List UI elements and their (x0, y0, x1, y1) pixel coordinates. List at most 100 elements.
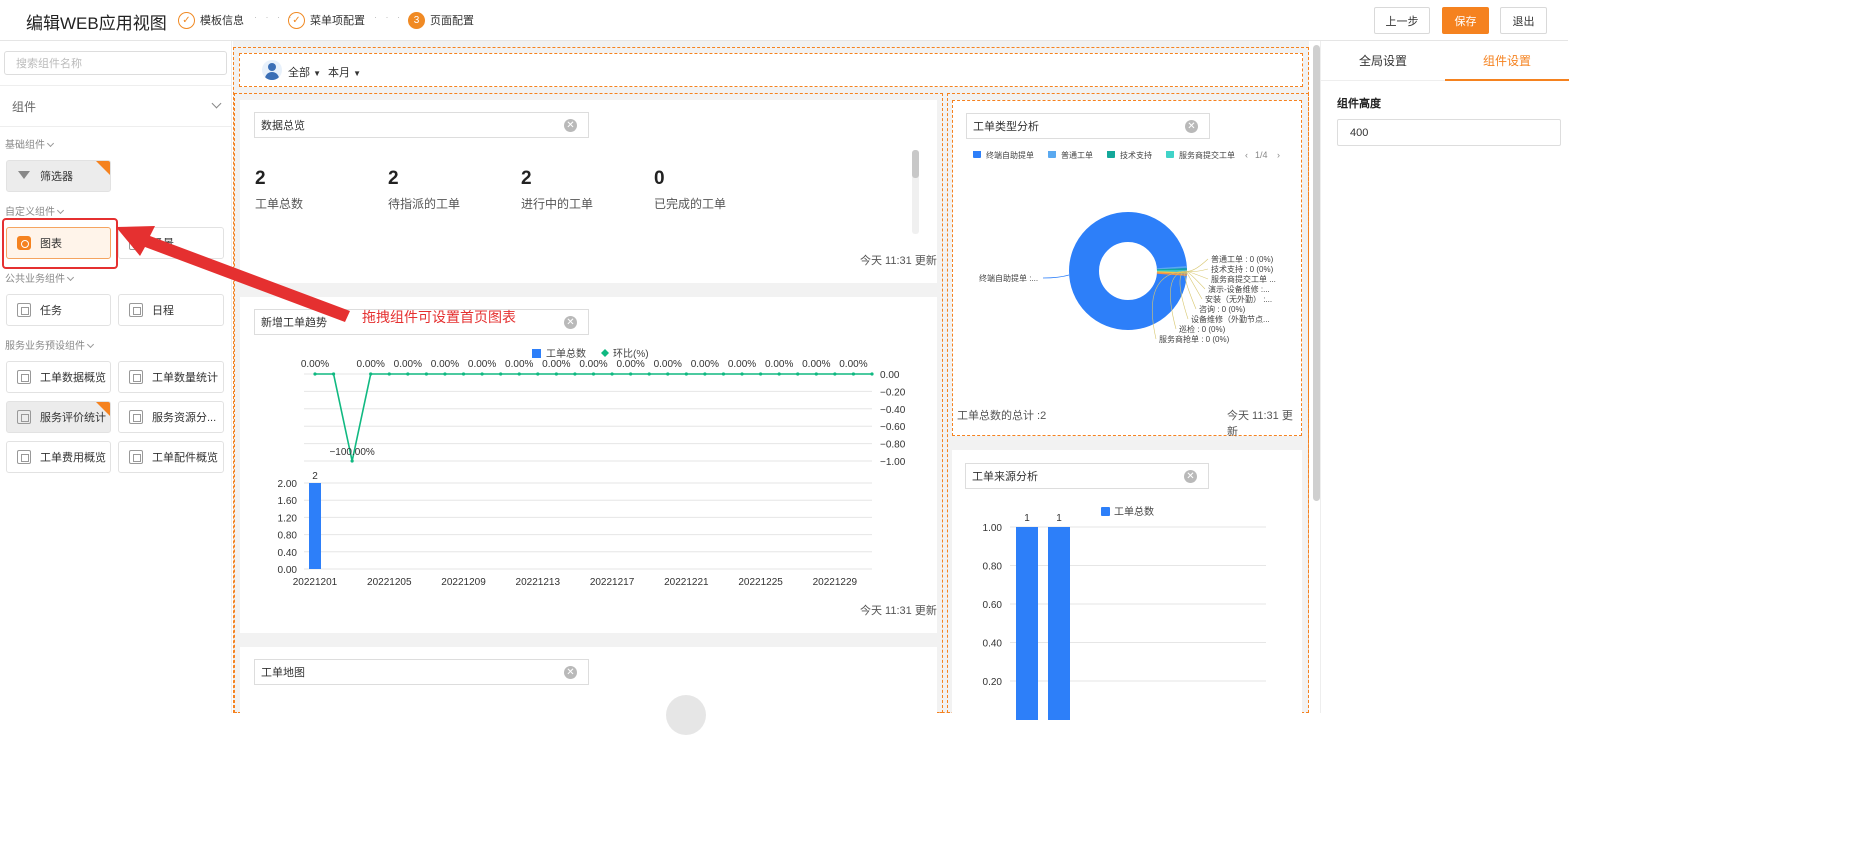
component-ticket-cost[interactable]: 工单费用概览 (6, 441, 111, 473)
tab-global-settings[interactable]: 全局设置 (1321, 41, 1445, 81)
widget-icon (17, 410, 31, 424)
legend-label: 普通工单 (1061, 151, 1093, 160)
component-service-rating[interactable]: 服务评价统计 (6, 401, 111, 433)
overview-card[interactable]: 数据总览 ✕ 2 工单总数 2 待指派的工单 2 进行中的工单 0 已完成的工单 今天 1… (240, 100, 937, 283)
slice-label: 终端自助提单 :... (979, 273, 1038, 283)
legend-swatch (601, 349, 609, 357)
widget-icon (17, 370, 31, 384)
slice-label: 设备维修（外勤节点... (1191, 314, 1270, 324)
filter-icon (17, 169, 31, 183)
x-tick-label: 20221225 (738, 577, 783, 588)
y-tick-label-right: −0.40 (880, 405, 906, 416)
y-tick-label-right: −0.20 (880, 387, 906, 398)
line-point (814, 372, 818, 376)
layout-canvas: 全部 ▼ 本月 ▼ 数据总览 ✕ 2 工单总数 2 待指派的工单 2 进行中的工单 0已… (233, 41, 1320, 735)
card-title-input[interactable]: 工单来源分析 ✕ (965, 463, 1209, 489)
bar (309, 483, 321, 569)
line-point (833, 372, 837, 376)
source-analysis-card[interactable]: 工单来源分析 ✕ 工单总数 1.00 0.80 0.60 0.40 0.20 1 1 (952, 450, 1302, 720)
data-label: 1 (1056, 513, 1062, 524)
line-point (647, 372, 651, 376)
data-label: 0.00% (542, 359, 570, 370)
data-label: 2 (312, 471, 318, 482)
height-input[interactable]: 400 (1337, 119, 1561, 146)
component-ticket-overview[interactable]: 工单数据概览 (6, 361, 111, 393)
legend-swatch (1107, 151, 1115, 158)
component-service-resource[interactable]: 服务资源分... (118, 401, 224, 433)
legend-swatch (1166, 151, 1174, 158)
step-template-info[interactable]: ✓ 模板信息 (178, 11, 244, 29)
line-point (461, 372, 466, 376)
scrollbar[interactable] (912, 150, 919, 234)
type-analysis-card[interactable]: 工单类型分析 ✕ 终端自助提单 普通工单 技术支持 服务商提交工单 ‹ 1/4 › 终端自助提单… (952, 100, 1302, 438)
data-label: 0.00% (839, 359, 867, 370)
y-tick-label-right: −1.00 (880, 457, 906, 468)
map-card[interactable]: 工单地图 ✕ (240, 647, 937, 735)
component-schedule[interactable]: 日程 (118, 294, 224, 326)
y-tick-label: 0.40 (983, 639, 1003, 650)
component-sidebar: 搜索组件名称 组件 基础组件 筛选器 自定义组件 图表 场景 公共业务组件 任务… (0, 41, 232, 713)
x-tick-label: 20221217 (590, 577, 635, 588)
widget-icon (129, 370, 143, 384)
exit-button[interactable]: 退出 (1500, 7, 1547, 34)
component-ticket-parts[interactable]: 工单配件概览 (118, 441, 224, 473)
line-point (424, 372, 428, 376)
line-point (536, 372, 540, 376)
stat-in-progress: 2 进行中的工单 (521, 168, 594, 211)
line-point (554, 372, 558, 376)
card-title-input[interactable]: 数据总览 ✕ (254, 112, 589, 138)
schedule-icon (129, 303, 143, 317)
group-title-basic[interactable]: 基础组件 (5, 136, 55, 151)
component-ticket-count[interactable]: 工单数量统计 (118, 361, 224, 393)
scope-dropdown[interactable]: 全部 ▼ (288, 64, 321, 80)
updated-time: 今天 11:31 更新 (1227, 410, 1293, 438)
component-task[interactable]: 任务 (6, 294, 111, 326)
select-value: 组件 (12, 99, 37, 114)
clear-icon[interactable]: ✕ (1185, 120, 1198, 133)
slice-label: 技术支持 : 0 (0%) (1211, 264, 1274, 274)
line-point (721, 372, 726, 376)
bar (1048, 527, 1070, 720)
component-category-select[interactable]: 组件 (0, 85, 232, 127)
save-button[interactable]: 保存 (1442, 7, 1489, 34)
leader-line (1042, 274, 1070, 279)
card-title-input[interactable]: 新增工单趋势 ✕ (254, 309, 589, 335)
clear-icon[interactable]: ✕ (564, 316, 577, 329)
line-point (350, 459, 354, 463)
caret-down-icon: ▼ (353, 69, 361, 78)
step-page-config[interactable]: 3 页面配置 (408, 11, 474, 29)
period-dropdown[interactable]: 本月 ▼ (328, 64, 361, 80)
step-menu-config[interactable]: ✓ 菜单项配置 (288, 11, 365, 29)
clear-icon[interactable]: ✕ (564, 666, 577, 679)
y-tick-label-left: 1.20 (278, 513, 298, 524)
line-point (684, 372, 688, 376)
group-title-service[interactable]: 服务业务预设组件 (5, 337, 95, 352)
card-title-input[interactable]: 工单类型分析 ✕ (966, 113, 1210, 139)
search-input[interactable]: 搜索组件名称 (4, 51, 227, 75)
data-label: 0.00% (654, 359, 682, 370)
stat-completed: 0 已完成的工单 (654, 168, 727, 211)
avatar[interactable] (262, 60, 282, 80)
data-label: 0.00% (468, 359, 496, 370)
step-label: 菜单项配置 (310, 15, 365, 27)
chevron-down-icon (66, 273, 75, 282)
legend-label: 终端自助提单 (986, 151, 1034, 160)
clear-icon[interactable]: ✕ (564, 119, 577, 132)
widget-icon (17, 450, 31, 464)
scene-icon (129, 236, 143, 250)
slice-label: 普通工单 : 0 (0%) (1211, 254, 1274, 264)
x-tick-label: 20221201 (293, 577, 338, 588)
tab-component-settings[interactable]: 组件设置 (1445, 41, 1569, 81)
group-title-custom[interactable]: 自定义组件 (5, 203, 65, 218)
trend-card[interactable]: 新增工单趋势 ✕ 工单总数 环比(%) 0.00 −0.20 −0.40 −0.60 −0.8… (240, 297, 937, 633)
widget-icon (129, 410, 143, 424)
prev-button[interactable]: 上一步 (1374, 7, 1430, 34)
canvas-scrollbar[interactable] (1313, 45, 1320, 501)
legend-label: 技术支持 (1120, 151, 1152, 160)
component-scene[interactable]: 场景 (118, 227, 224, 259)
component-filter[interactable]: 筛选器 (6, 160, 111, 192)
group-title-public[interactable]: 公共业务组件 (5, 270, 75, 285)
clear-icon[interactable]: ✕ (1184, 470, 1197, 483)
data-label: 0.00% (579, 359, 607, 370)
card-title-input[interactable]: 工单地图 ✕ (254, 659, 589, 685)
